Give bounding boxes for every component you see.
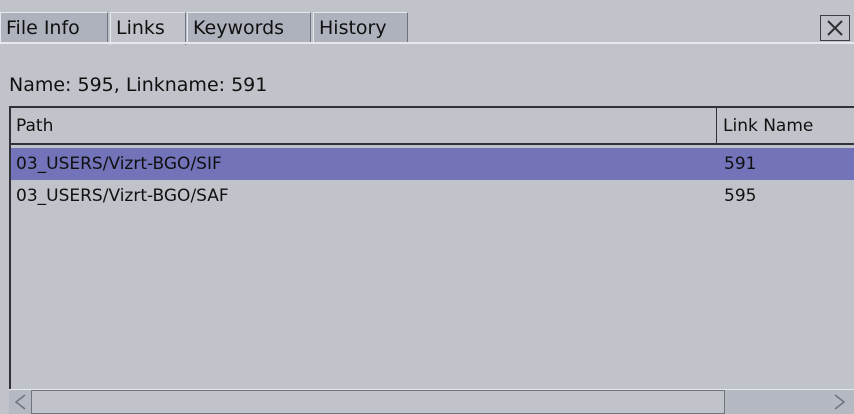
horizontal-scrollbar[interactable] [9, 389, 854, 414]
cell-link-name: 591 [724, 154, 757, 174]
close-button[interactable] [820, 15, 850, 41]
links-table: Path Link Name 03_USERS/Vizrt-BGO/SIF 59… [9, 106, 854, 389]
cell-link-name: 595 [724, 186, 757, 206]
scroll-left-button[interactable] [9, 390, 31, 414]
cell-path: 03_USERS/Vizrt-BGO/SAF [16, 186, 229, 206]
table-header: Path Link Name [11, 108, 854, 145]
tab-keywords-label: Keywords [193, 17, 285, 39]
column-header-link-name[interactable]: Link Name [718, 108, 854, 143]
cell-path: 03_USERS/Vizrt-BGO/SIF [16, 154, 222, 174]
tab-file-info[interactable]: File Info [0, 12, 108, 42]
arrow-right-icon [834, 394, 846, 410]
table-row[interactable]: 03_USERS/Vizrt-BGO/SIF 591 [11, 148, 854, 180]
scroll-right-button[interactable] [828, 390, 852, 414]
tab-links[interactable]: Links [110, 12, 186, 45]
tab-history-label: History [319, 17, 387, 39]
tab-underline [0, 42, 854, 44]
tab-file-info-label: File Info [6, 17, 80, 39]
scrollbar-thumb[interactable] [31, 390, 725, 414]
table-row[interactable]: 03_USERS/Vizrt-BGO/SAF 595 [11, 180, 854, 212]
tab-bar: File Info Links Keywords History [0, 0, 854, 45]
tab-keywords[interactable]: Keywords [187, 12, 311, 42]
column-header-path[interactable]: Path [11, 108, 717, 143]
link-info-text: Name: 595, Linkname: 591 [9, 74, 268, 96]
arrow-left-icon [14, 394, 26, 410]
tab-links-label: Links [116, 17, 165, 39]
tab-history[interactable]: History [313, 12, 408, 42]
close-icon [827, 20, 843, 36]
